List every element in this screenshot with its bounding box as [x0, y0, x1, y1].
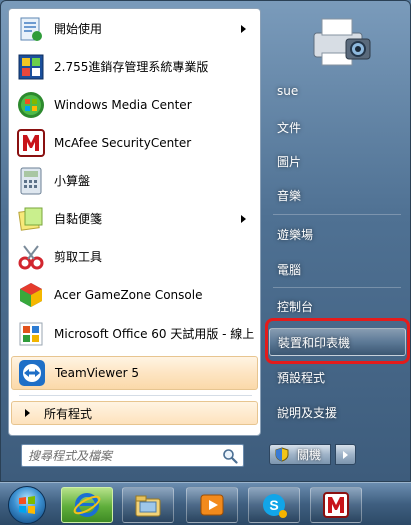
right-item-documents[interactable]: 文件	[269, 113, 406, 141]
program-item-calculator[interactable]: 小算盤	[11, 163, 258, 199]
right-item-computer[interactable]: 電腦	[269, 255, 406, 283]
right-item-user[interactable]: sue	[269, 77, 406, 105]
snipping-tool-icon	[14, 240, 48, 274]
program-label: 小算盤	[54, 174, 91, 188]
taskbar-skype[interactable]: S	[248, 487, 300, 523]
right-item-label: 預設程式	[277, 370, 326, 385]
divider	[273, 214, 401, 215]
search-icon[interactable]	[222, 448, 238, 464]
divider	[273, 287, 401, 288]
teamviewer-icon	[15, 356, 49, 390]
submenu-arrow-icon	[241, 25, 246, 33]
printer-camera-icon	[313, 18, 371, 66]
program-label: 2.755進銷存管理系統專業版	[54, 60, 209, 74]
getting-started-icon	[14, 12, 48, 46]
program-item-snipping-tool[interactable]: 剪取工具	[11, 239, 258, 275]
right-item-control-panel[interactable]: 控制台	[269, 292, 406, 320]
windows-logo-icon	[19, 496, 35, 514]
right-item-label: 電腦	[277, 262, 302, 277]
right-item-label: 遊樂場	[277, 227, 314, 242]
chevron-right-icon	[343, 450, 348, 459]
internet-explorer-icon	[73, 493, 101, 517]
right-item-label: 圖片	[277, 154, 302, 169]
taskbar-windows-explorer[interactable]	[122, 487, 174, 523]
calculator-icon	[14, 164, 48, 198]
program-label: TeamViewer 5	[55, 366, 139, 380]
right-item-help-support[interactable]: 說明及支援	[269, 398, 406, 426]
submenu-arrow-icon	[241, 215, 246, 223]
right-item-label: sue	[277, 84, 299, 98]
program-pane: 開始使用 2.755進銷存管理系統專業版 Windows Media Cente…	[8, 8, 261, 436]
windows-media-center-icon	[14, 88, 48, 122]
program-label: 剪取工具	[54, 250, 103, 264]
mcafee-icon	[14, 126, 48, 160]
taskbar: S	[0, 482, 411, 525]
program-label: McAfee SecurityCenter	[54, 136, 192, 150]
uac-shield-icon	[275, 447, 289, 462]
program-item-media-center[interactable]: Windows Media Center	[11, 87, 258, 123]
svg-text:S: S	[269, 497, 278, 513]
user-picture[interactable]	[304, 11, 378, 73]
program-label: 自黏便箋	[54, 212, 103, 226]
all-programs-label: 所有程式	[44, 406, 93, 421]
right-item-games[interactable]: 遊樂場	[269, 220, 406, 248]
start-button[interactable]	[8, 486, 46, 524]
program-item-sticky-notes[interactable]: 自黏便箋	[11, 201, 258, 237]
taskbar-mcafee[interactable]	[310, 487, 362, 523]
program-label: 開始使用	[54, 22, 103, 36]
right-item-default-programs[interactable]: 預設程式	[269, 363, 406, 391]
program-item-office[interactable]: Microsoft Office 60 天試用版 - 線上	[11, 315, 258, 353]
highlight-annotation-ring	[265, 318, 410, 364]
program-item-inventory[interactable]: 2.755進銷存管理系統專業版	[11, 49, 258, 85]
program-item-teamviewer[interactable]: TeamViewer 5	[11, 356, 258, 390]
search-box[interactable]	[21, 444, 244, 467]
program-item-mcafee[interactable]: McAfee SecurityCenter	[11, 125, 258, 161]
program-label: Acer GameZone Console	[54, 288, 203, 302]
search-input[interactable]	[28, 446, 222, 465]
media-player-icon	[200, 494, 224, 516]
right-item-label: 控制台	[277, 299, 314, 314]
right-item-music[interactable]: 音樂	[269, 181, 406, 209]
gamezone-icon	[14, 278, 48, 312]
expand-arrow-icon	[25, 409, 30, 417]
windows-explorer-icon	[135, 495, 161, 517]
program-label: Windows Media Center	[54, 98, 192, 112]
right-item-label: 音樂	[277, 188, 302, 203]
program-item-gamezone[interactable]: Acer GameZone Console	[11, 277, 258, 313]
shutdown-options-button[interactable]	[335, 444, 356, 465]
right-item-label: 說明及支援	[277, 405, 338, 420]
taskbar-media-player[interactable]	[186, 487, 238, 523]
program-item-getting-started[interactable]: 開始使用	[11, 11, 258, 47]
office-icon	[14, 317, 48, 351]
taskbar-internet-explorer[interactable]	[61, 487, 113, 523]
sticky-notes-icon	[14, 202, 48, 236]
right-item-label: 文件	[277, 120, 302, 135]
divider	[19, 395, 252, 396]
right-item-pictures[interactable]: 圖片	[269, 147, 406, 175]
mcafee-icon	[323, 492, 349, 518]
inventory-app-icon	[14, 50, 48, 84]
start-menu: 開始使用 2.755進銷存管理系統專業版 Windows Media Cente…	[0, 0, 411, 482]
program-label: Microsoft Office 60 天試用版 - 線上	[54, 327, 255, 341]
shutdown-button[interactable]: 關機	[269, 444, 331, 465]
all-programs-button[interactable]: 所有程式	[11, 401, 258, 425]
shutdown-label: 關機	[297, 448, 322, 462]
skype-icon: S	[263, 494, 287, 518]
